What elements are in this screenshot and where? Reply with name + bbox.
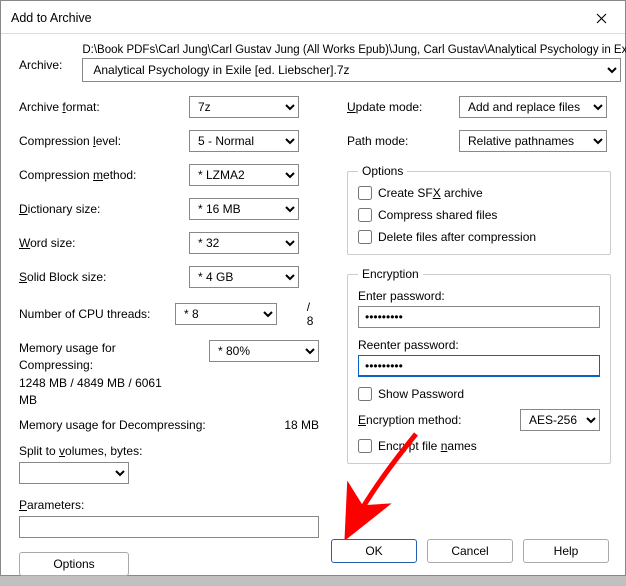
- compression-level-label: Compression level:: [19, 134, 189, 148]
- compression-level-select[interactable]: 5 - Normal: [189, 130, 299, 152]
- delete-after-label: Delete files after compression: [378, 230, 536, 244]
- delete-after-row[interactable]: Delete files after compression: [358, 230, 600, 244]
- reenter-password-input[interactable]: [358, 355, 600, 377]
- archive-file-combo[interactable]: Analytical Psychology in Exile [ed. Lieb…: [82, 58, 621, 82]
- show-password-label: Show Password: [378, 387, 464, 401]
- archive-path-text: D:\Book PDFs\Carl Jung\Carl Gustav Jung …: [82, 44, 626, 56]
- ok-button[interactable]: OK: [331, 539, 417, 563]
- enter-password-label: Enter password:: [358, 289, 600, 303]
- compress-shared-row[interactable]: Compress shared files: [358, 208, 600, 222]
- close-button[interactable]: [585, 7, 617, 29]
- word-size-label: Word size:: [19, 236, 189, 250]
- sfx-checkbox[interactable]: [358, 186, 372, 200]
- dictionary-size-select[interactable]: * 16 MB: [189, 198, 299, 220]
- add-to-archive-dialog: Add to Archive Archive: D:\Book PDFs\Car…: [0, 0, 626, 576]
- encrypt-filenames-label: Encrypt file names: [378, 439, 477, 453]
- encryption-method-select[interactable]: AES-256: [520, 409, 600, 431]
- update-mode-select[interactable]: Add and replace files: [459, 96, 607, 118]
- encryption-legend: Encryption: [358, 267, 423, 281]
- solid-block-label: Solid Block size:: [19, 270, 189, 284]
- parameters-label: Parameters:: [19, 498, 319, 512]
- archive-label: Archive:: [19, 44, 62, 72]
- solid-block-select[interactable]: * 4 GB: [189, 266, 299, 288]
- delete-after-checkbox[interactable]: [358, 230, 372, 244]
- dictionary-size-label: Dictionary size:: [19, 202, 189, 216]
- help-button[interactable]: Help: [523, 539, 609, 563]
- path-mode-label: Path mode:: [347, 134, 459, 148]
- word-size-select[interactable]: * 32: [189, 232, 299, 254]
- show-password-checkbox[interactable]: [358, 387, 372, 401]
- mem-compress-label: Memory usage for Compressing:1248 MB / 4…: [19, 340, 169, 410]
- mem-decompress-label: Memory usage for Decompressing:: [19, 418, 206, 432]
- dialog-title: Add to Archive: [11, 11, 92, 25]
- archive-format-select[interactable]: 7z: [189, 96, 299, 118]
- options-group: Options Create SFX archive Compress shar…: [347, 164, 611, 255]
- mem-compress-select[interactable]: * 80%: [209, 340, 319, 362]
- path-mode-select[interactable]: Relative pathnames: [459, 130, 607, 152]
- mem-decompress-value: 18 MB: [284, 418, 319, 432]
- cpu-threads-total: / 8: [307, 300, 319, 328]
- sfx-label: Create SFX archive: [378, 186, 483, 200]
- footer-buttons: OK Cancel Help: [331, 539, 609, 563]
- update-mode-label: Update mode:: [347, 100, 459, 114]
- cpu-threads-label: Number of CPU threads:: [19, 307, 175, 321]
- compress-shared-checkbox[interactable]: [358, 208, 372, 222]
- reenter-password-label: Reenter password:: [358, 338, 600, 352]
- split-volumes-combo[interactable]: [19, 462, 129, 484]
- archive-format-label: Archive format:: [19, 100, 189, 114]
- compress-shared-label: Compress shared files: [378, 208, 497, 222]
- encryption-group: Encryption Enter password: Reenter passw…: [347, 267, 611, 464]
- compression-method-select[interactable]: * LZMA2: [189, 164, 299, 186]
- split-volumes-label: Split to volumes, bytes:: [19, 444, 319, 458]
- encrypt-filenames-checkbox[interactable]: [358, 439, 372, 453]
- parameters-input[interactable]: [19, 516, 319, 538]
- options-legend: Options: [358, 164, 407, 178]
- encrypt-filenames-row[interactable]: Encrypt file names: [358, 439, 600, 453]
- titlebar: Add to Archive: [1, 1, 625, 34]
- enter-password-input[interactable]: [358, 306, 600, 328]
- cancel-button[interactable]: Cancel: [427, 539, 513, 563]
- sfx-checkbox-row[interactable]: Create SFX archive: [358, 186, 600, 200]
- show-password-row[interactable]: Show Password: [358, 387, 600, 401]
- cpu-threads-select[interactable]: * 8: [175, 303, 277, 325]
- encryption-method-label: Encryption method:: [358, 413, 510, 427]
- options-button[interactable]: Options: [19, 552, 129, 576]
- compression-method-label: Compression method:: [19, 168, 189, 182]
